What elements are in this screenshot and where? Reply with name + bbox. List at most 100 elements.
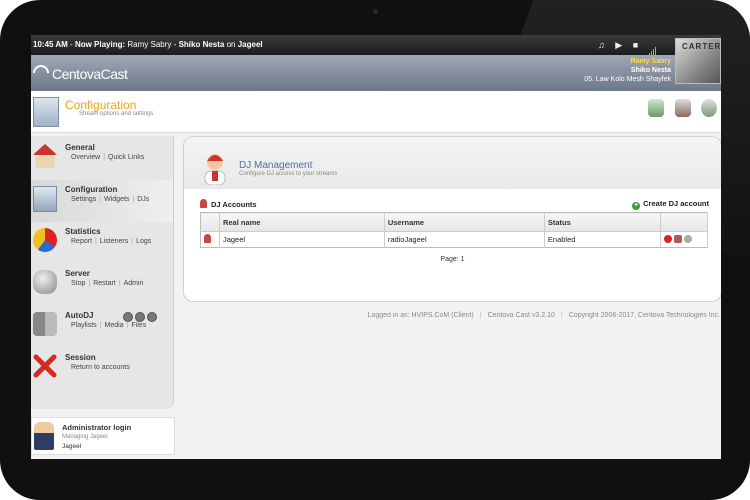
sidebar-item-autodj[interactable]: AutoDJ Playlists | Media | Files xyxy=(31,306,173,348)
sidebar-link-quick-links[interactable]: Quick Links xyxy=(108,154,144,161)
column-header-real-name[interactable]: Real name xyxy=(219,212,385,232)
login-user: Jageel xyxy=(62,443,82,450)
sidebar-item-server[interactable]: Server Stop | Restart | Admin xyxy=(31,264,173,306)
sidebar-link-listeners[interactable]: Listeners xyxy=(100,238,128,245)
sidebar-item-configuration[interactable]: Configuration Settings | Widgets | DJs xyxy=(31,180,173,222)
configuration-sidebar-icon xyxy=(33,186,57,212)
dj-user-icon xyxy=(204,234,211,243)
volume-icon[interactable] xyxy=(648,36,657,56)
sidebar-title: Session xyxy=(65,353,96,362)
sidebar-link-overview[interactable]: Overview xyxy=(71,154,100,161)
dj-user-icon xyxy=(200,199,207,208)
login-managing: Managing Jageel xyxy=(62,434,108,440)
row-icon-cell xyxy=(200,231,220,248)
sidebar-title: AutoDJ xyxy=(65,311,94,320)
album-art-text: CARTER xyxy=(682,42,721,51)
sidebar-title: Configuration xyxy=(65,185,118,194)
app-header: CentovaCast Ramy Sabry Shiko Nesta 05. L… xyxy=(31,55,721,91)
logo-text: CentovaCast xyxy=(52,66,128,82)
play-icon[interactable]: ▶ xyxy=(615,35,622,55)
edit-icon[interactable] xyxy=(674,234,683,243)
sidebar-item-general[interactable]: General Overview | Quick Links xyxy=(31,138,173,180)
np-title: Shiko Nesta xyxy=(178,40,225,49)
tools-icon[interactable] xyxy=(674,99,691,117)
home-icon xyxy=(33,144,57,168)
np-station: Jageel xyxy=(237,40,263,49)
tablet-frame: 10:45 AM - Now Playing: Ramy Sabry - Shi… xyxy=(0,0,750,500)
column-header-status[interactable]: Status xyxy=(544,212,662,232)
login-title: Administrator login xyxy=(62,423,132,432)
sidebar-link-playlists[interactable]: Playlists xyxy=(71,322,97,329)
autodj-prev-icon[interactable] xyxy=(123,312,133,322)
pie-chart-icon xyxy=(33,228,57,252)
now-playing-text: 10:45 AM - Now Playing: Ramy Sabry - Shi… xyxy=(33,40,263,49)
album-art: CARTER xyxy=(675,38,721,84)
add-icon: + xyxy=(632,202,641,210)
column-header-username[interactable]: Username xyxy=(384,212,545,232)
sidebar-item-session[interactable]: Session Return to accounts xyxy=(31,348,173,390)
dj-accounts-label: DJ Accounts xyxy=(211,200,257,209)
sidebar-link-admin[interactable]: Admin xyxy=(124,280,144,287)
cell-real-name: Jageel xyxy=(219,231,385,248)
settings-icon[interactable] xyxy=(684,234,693,243)
track-song: 05. Law Kolo Mesh Shayfek xyxy=(584,76,671,83)
configuration-icon xyxy=(33,97,59,127)
panel-subtitle: Configure DJ access to your streams xyxy=(239,171,338,177)
cell-status: Enabled xyxy=(544,231,662,248)
sidebar-link-djs[interactable]: DJs xyxy=(137,196,149,203)
table-row[interactable]: Jageel radioJageel Enabled xyxy=(200,231,708,248)
dj-accounts-table: Real name Username Status Jageel radioJa… xyxy=(200,212,708,248)
page-subtitle: Stream options and settings xyxy=(79,111,154,117)
create-dj-account-button[interactable]: + Create DJ account xyxy=(632,199,709,210)
broadcast-icon xyxy=(31,61,53,85)
now-playing-label: Now Playing: xyxy=(74,40,126,49)
centovacast-logo[interactable]: CentovaCast xyxy=(31,61,128,85)
dj-accounts-heading: DJ Accounts xyxy=(200,199,257,209)
login-info: Administrator login Managing Jageel Jage… xyxy=(31,417,175,455)
np-on: on xyxy=(226,40,236,49)
footer: Logged in as: HVIPS.CoM (Client) | Centova… xyxy=(367,312,720,319)
stop-icon[interactable]: ■ xyxy=(633,35,638,55)
np-artist: Ramy Sabry xyxy=(127,40,172,49)
refresh-icon[interactable] xyxy=(701,99,717,117)
dj-management-panel: DJ Management Configure DJ access to you… xyxy=(183,136,721,302)
footer-copyright: Copyright 2006-2017, Centova Technologie… xyxy=(568,312,720,319)
row-actions xyxy=(660,231,708,248)
now-playing-bar: 10:45 AM - Now Playing: Ramy Sabry - Shi… xyxy=(31,35,721,56)
sidebar-link-report[interactable]: Report xyxy=(71,238,92,245)
check-tool-icon[interactable] xyxy=(648,99,665,117)
footer-logged-in: Logged in as: HVIPS.CoM (Client) xyxy=(367,312,474,319)
sidebar-link-logs[interactable]: Logs xyxy=(136,238,151,245)
sidebar: General Overview | Quick Links Configurati… xyxy=(31,136,174,409)
music-note-icon[interactable]: ♫ xyxy=(598,35,605,55)
avatar xyxy=(34,422,54,450)
actions-column-header xyxy=(660,212,708,232)
track-title: Shiko Nesta xyxy=(630,67,671,74)
icon-column-header xyxy=(200,212,220,232)
track-artist: Ramy Sabry xyxy=(630,58,671,65)
sidebar-link-widgets[interactable]: Widgets xyxy=(104,196,129,203)
configuration-header: Configuration Stream options and setting… xyxy=(31,91,721,133)
clock-time: 10:45 AM xyxy=(33,40,68,49)
sidebar-link-media[interactable]: Media xyxy=(105,322,124,329)
sidebar-link-settings[interactable]: Settings xyxy=(71,196,96,203)
app-screen: 10:45 AM - Now Playing: Ramy Sabry - Shi… xyxy=(31,35,721,459)
sidebar-link-files[interactable]: Files xyxy=(131,322,146,329)
panel-title: DJ Management xyxy=(239,160,313,171)
camera-dot xyxy=(373,9,378,14)
sidebar-item-statistics[interactable]: Statistics Report | Listeners | Logs xyxy=(31,222,173,264)
autodj-play-icon[interactable] xyxy=(135,312,145,322)
sidebar-title: General xyxy=(65,143,95,152)
close-icon xyxy=(33,354,57,378)
sidebar-link-restart[interactable]: Restart xyxy=(93,280,116,287)
sidebar-title: Statistics xyxy=(65,227,101,236)
toolbar-icons xyxy=(642,99,717,122)
sidebar-link-return-to-accounts[interactable]: Return to accounts xyxy=(71,364,130,371)
cell-username: radioJageel xyxy=(384,231,545,248)
sidebar-link-stop[interactable]: Stop xyxy=(71,280,85,287)
create-dj-label: Create DJ account xyxy=(643,199,709,208)
autodj-icon xyxy=(33,312,57,336)
delete-icon[interactable] xyxy=(664,234,673,243)
autodj-next-icon[interactable] xyxy=(147,312,157,322)
pagination: Page: 1 xyxy=(440,256,465,263)
